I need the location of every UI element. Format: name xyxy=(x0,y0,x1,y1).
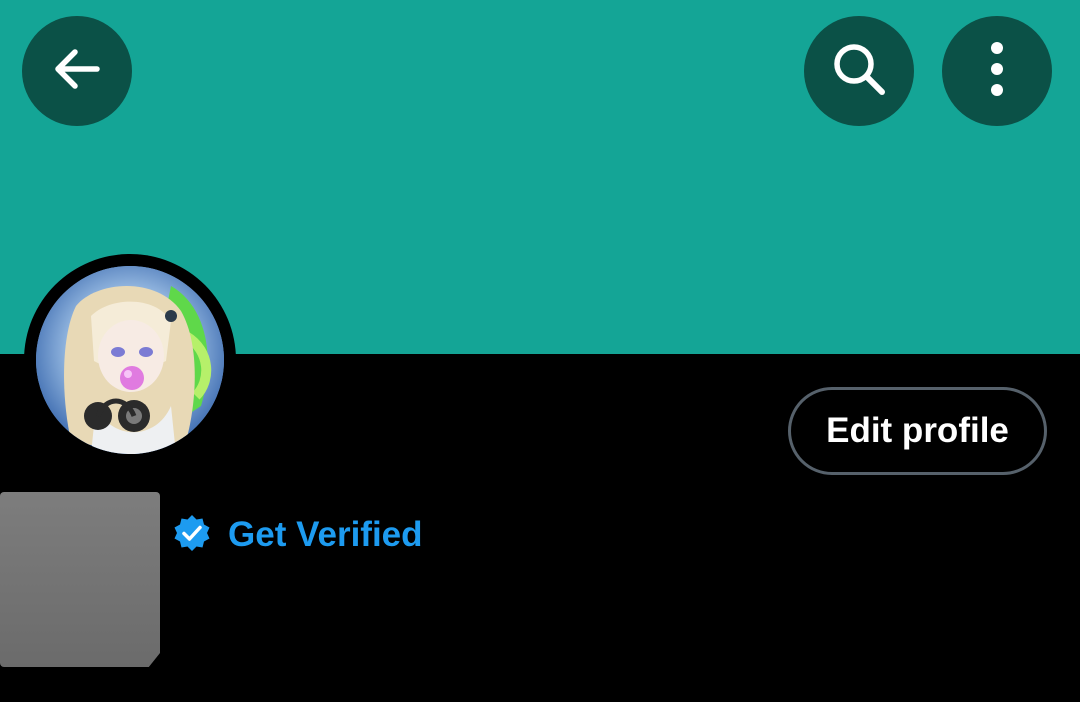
profile-screen: Edit profile Get Verified xyxy=(0,0,1080,702)
profile-avatar[interactable] xyxy=(36,266,224,454)
more-vertical-icon xyxy=(987,39,1007,104)
get-verified-link[interactable]: Get Verified xyxy=(172,512,423,558)
arrow-left-icon xyxy=(49,41,105,102)
get-verified-label: Get Verified xyxy=(228,515,423,554)
redacted-name-block xyxy=(0,492,160,667)
search-icon xyxy=(829,39,889,104)
avatar-ring xyxy=(24,254,236,466)
edit-profile-button[interactable]: Edit profile xyxy=(788,387,1047,475)
verified-badge-icon xyxy=(172,513,212,558)
search-button[interactable] xyxy=(804,16,914,126)
more-options-button[interactable] xyxy=(942,16,1052,126)
back-button[interactable] xyxy=(22,16,132,126)
